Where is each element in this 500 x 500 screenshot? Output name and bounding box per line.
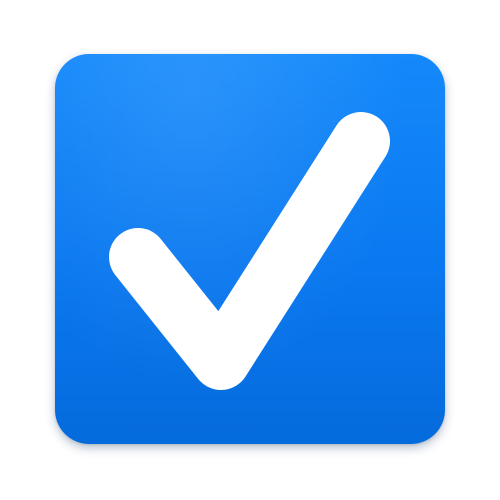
checkmark-icon [109,112,390,390]
checkbox-app-icon[interactable] [55,54,445,444]
canvas [0,0,500,500]
checkmark-stroke [109,112,390,390]
